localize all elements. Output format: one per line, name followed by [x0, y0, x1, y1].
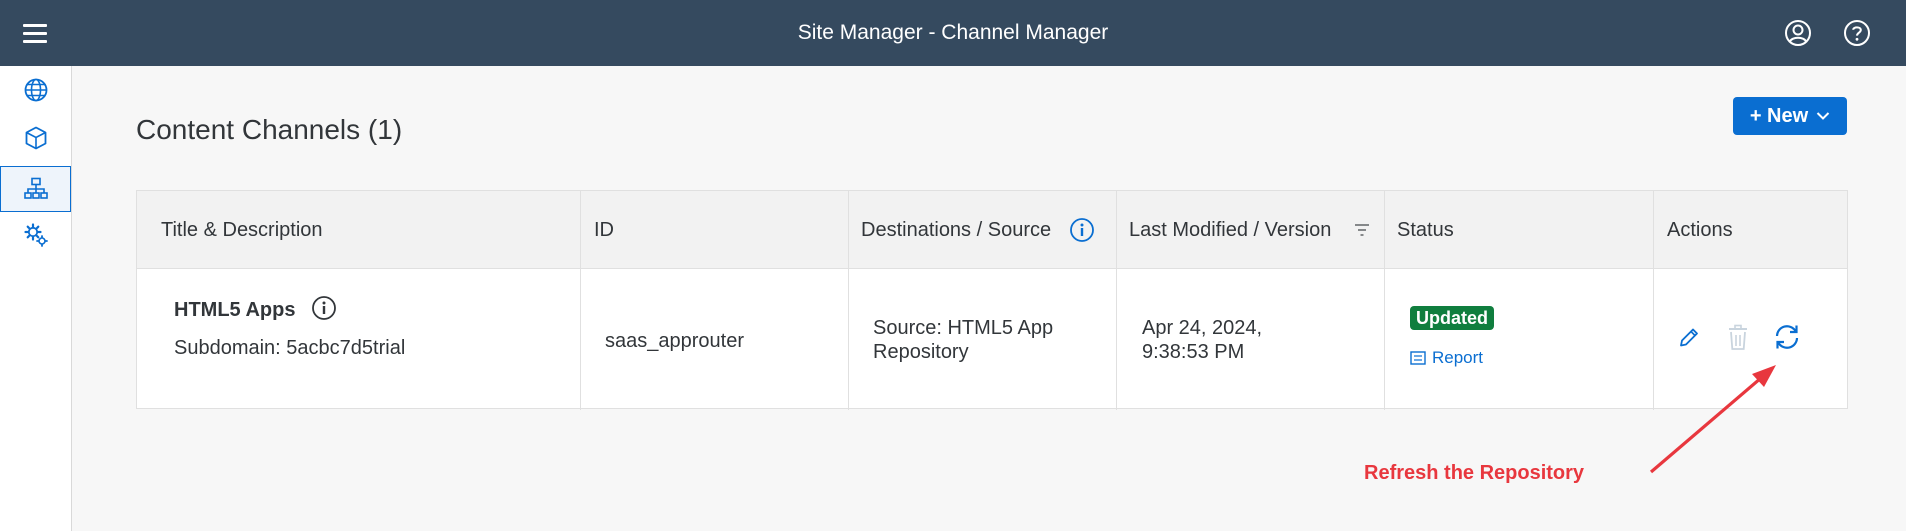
column-header-status: Status: [1397, 219, 1454, 241]
help-button[interactable]: [1841, 17, 1873, 49]
channels-table: Title & Description ID Destinations / So…: [136, 190, 1848, 410]
nav-item-sites[interactable]: [0, 67, 71, 113]
cube-icon: [25, 126, 46, 150]
column-divider: [1384, 191, 1385, 410]
sort-icon[interactable]: [1354, 223, 1370, 237]
column-divider: [580, 191, 581, 410]
app-title: Site Manager - Channel Manager: [797, 21, 1109, 44]
new-button-label: + New: [1749, 104, 1809, 127]
page-title: Content Channels (1): [136, 114, 403, 145]
modified-date: Apr 24, 2024,: [1142, 317, 1263, 339]
report-link[interactable]: Report: [1410, 348, 1483, 368]
nav-item-content[interactable]: [0, 115, 71, 161]
modified-time: 9:38:53 PM: [1142, 341, 1245, 363]
source-line-1: Source: HTML5 App: [873, 317, 1054, 339]
column-header-modified: Last Modified / Version: [1129, 219, 1332, 241]
column-divider: [1653, 191, 1654, 410]
nav-item-settings[interactable]: [0, 212, 71, 258]
column-divider: [848, 191, 849, 410]
info-icon[interactable]: [1069, 217, 1095, 243]
info-icon[interactable]: [311, 295, 337, 321]
profile-button[interactable]: [1782, 17, 1814, 49]
column-header-destinations: Destinations / Source: [861, 219, 1052, 241]
refresh-icon[interactable]: [1772, 322, 1802, 352]
column-header-id: ID: [594, 219, 614, 241]
annotation-label: Refresh the Repository: [1364, 462, 1585, 484]
column-header-title: Title & Description: [161, 219, 323, 241]
delete-trash-icon[interactable]: [1726, 324, 1750, 351]
channel-description: Subdomain: 5acbc7d5trial: [174, 337, 406, 359]
column-header-actions: Actions: [1667, 219, 1733, 241]
report-icon: [1410, 351, 1426, 365]
column-divider: [1116, 191, 1117, 410]
globe-icon: [24, 78, 47, 102]
question-circle-icon: [1844, 20, 1870, 46]
chevron-down-icon: [1816, 112, 1830, 120]
user-circle-icon: [1785, 20, 1811, 46]
shell-bar: Site Manager - Channel Manager: [0, 0, 1906, 66]
nav-item-channel-manager[interactable]: [0, 166, 71, 212]
status-badge: Updated: [1410, 306, 1494, 330]
hierarchy-icon: [23, 177, 48, 199]
channel-id: saas_approuter: [605, 330, 744, 352]
new-channel-button[interactable]: + New: [1733, 97, 1847, 135]
table-header: Title & Description ID Destinations / So…: [137, 191, 1847, 269]
side-navigation: [0, 66, 72, 531]
settings-gears-icon: [23, 223, 48, 247]
edit-pencil-icon[interactable]: [1677, 325, 1701, 351]
channel-title: HTML5 Apps: [174, 299, 296, 321]
report-label: Report: [1432, 348, 1484, 367]
source-line-2: Repository: [873, 341, 969, 363]
